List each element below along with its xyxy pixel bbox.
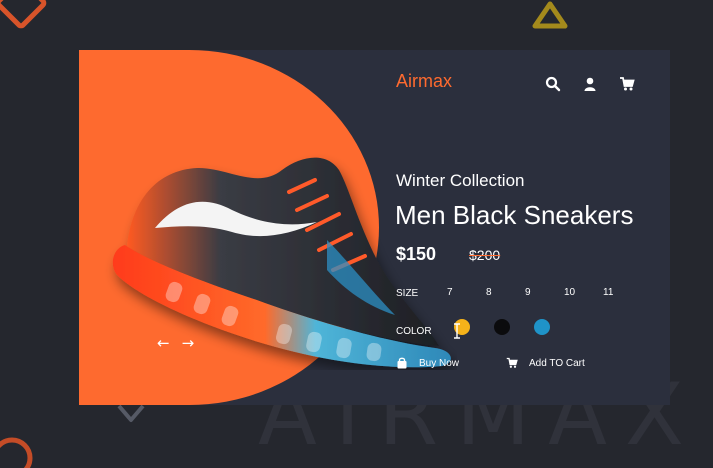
header-icons — [545, 76, 635, 92]
collection-label: Winter Collection — [396, 171, 525, 190]
size-option-8[interactable]: 8 — [486, 287, 525, 298]
add-to-cart-label: Add TO Cart — [529, 357, 585, 369]
prev-arrow-icon[interactable]: ← — [157, 336, 170, 351]
size-label: SIZE — [396, 288, 419, 299]
product-title: Men Black Sneakers — [395, 200, 634, 230]
color-swatch-blue[interactable] — [534, 319, 550, 335]
text-cursor-icon — [454, 323, 460, 339]
size-option-10[interactable]: 10 — [564, 287, 603, 298]
current-price: $150 — [396, 244, 437, 264]
buy-now-button[interactable]: Buy Now — [396, 357, 459, 369]
color-label: COLOR — [396, 326, 432, 337]
triangle-outline-decoration — [532, 1, 568, 29]
color-options — [454, 319, 550, 335]
buy-now-label: Buy Now — [419, 357, 460, 369]
brand-logo[interactable]: Airmax — [396, 71, 452, 92]
shopping-bag-icon — [397, 357, 407, 369]
size-options: 7 8 9 10 11 — [447, 287, 642, 298]
ring-outline-decoration — [0, 437, 33, 468]
search-icon[interactable] — [545, 76, 561, 92]
size-option-7[interactable]: 7 — [447, 287, 486, 298]
old-price: $200 — [469, 247, 501, 263]
carousel-controls: ← → — [157, 336, 194, 351]
color-swatch-black[interactable] — [494, 319, 510, 335]
user-icon[interactable] — [582, 76, 598, 92]
next-arrow-icon[interactable]: → — [182, 336, 195, 351]
cart-icon — [506, 357, 518, 368]
cart-icon[interactable] — [619, 76, 635, 92]
add-to-cart-button[interactable]: Add TO Cart — [506, 357, 585, 369]
size-option-11[interactable]: 11 — [603, 287, 642, 298]
diamond-outline-decoration — [0, 0, 47, 29]
product-card: ← → Airmax Winter Collection Men Black S… — [79, 50, 670, 405]
size-option-9[interactable]: 9 — [525, 287, 564, 298]
